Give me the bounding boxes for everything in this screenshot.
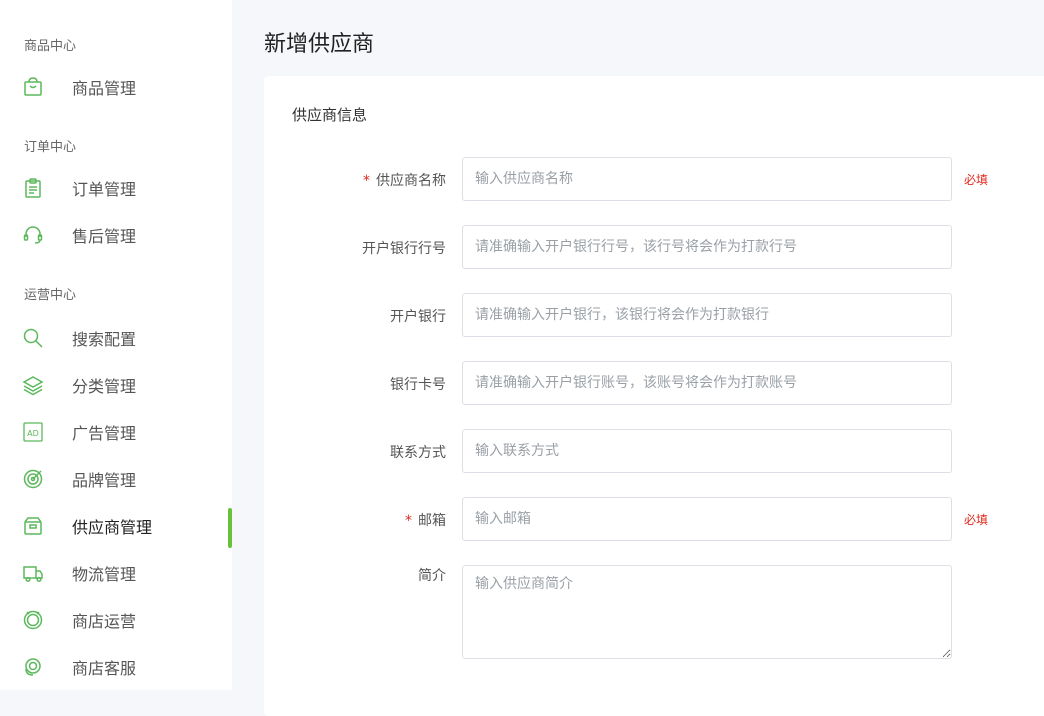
sidebar-item-store-operations[interactable]: 商店运营 (0, 600, 232, 640)
bank-account-input[interactable] (462, 361, 952, 405)
sidebar-item-label: 分类管理 (72, 377, 137, 396)
required-mark: * (405, 513, 412, 529)
required-mark: * (363, 173, 370, 189)
search-icon (22, 327, 44, 349)
sidebar-item-product-management[interactable]: 商品管理 (0, 67, 232, 107)
sidebar-item-logistics[interactable]: 物流管理 (0, 553, 232, 593)
email-label: * 邮箱 (405, 513, 446, 529)
clipboard-icon (22, 177, 44, 199)
sidebar-item-label: 售后管理 (72, 227, 137, 246)
group-title-order: 订单中心 (24, 140, 77, 155)
contact-label: 联系方式 (390, 445, 446, 461)
sidebar-item-label: 品牌管理 (72, 471, 137, 490)
store-ops-icon (22, 609, 44, 631)
intro-label: 简介 (418, 568, 446, 584)
bank-account-label: 银行卡号 (390, 377, 446, 393)
email-input[interactable] (462, 497, 952, 541)
svg-text:AD: AD (27, 429, 39, 438)
sidebar-item-label: 供应商管理 (72, 518, 153, 537)
sidebar: 商品中心 商品管理 订单中心 订单管理 售后管理 运营中心 搜索配置 分类管理 (0, 0, 232, 690)
target-icon (22, 468, 44, 490)
card-title: 供应商信息 (292, 106, 368, 124)
bank-name-input[interactable] (462, 293, 952, 337)
headset-icon (22, 224, 44, 246)
sidebar-item-category-management[interactable]: 分类管理 (0, 365, 232, 405)
sidebar-item-label: 商店客服 (72, 659, 137, 678)
group-title-product: 商品中心 (24, 39, 77, 54)
required-tip: 必填 (964, 513, 989, 527)
bank-name-label: 开户银行 (390, 309, 446, 325)
intro-textarea[interactable] (462, 565, 952, 659)
required-tip: 必填 (964, 173, 989, 187)
sidebar-item-ad-management[interactable]: AD 广告管理 (0, 412, 232, 452)
contact-input[interactable] (462, 429, 952, 473)
layers-icon (22, 374, 44, 396)
supplier-name-input[interactable] (462, 157, 952, 201)
bank-code-input[interactable] (462, 225, 952, 269)
sidebar-item-store-customer-service[interactable]: 商店客服 (0, 647, 232, 687)
sidebar-item-label: 商店运营 (72, 612, 137, 631)
bank-code-label: 开户银行行号 (362, 241, 446, 257)
box-icon (22, 515, 44, 537)
supplier-form-card: 供应商信息 *供应商名称 必填 开户银行行号 开户银行 银行卡号 联系方式 *邮… (264, 76, 1044, 716)
sidebar-item-label: 商品管理 (72, 79, 137, 98)
sidebar-item-search-config[interactable]: 搜索配置 (0, 318, 232, 358)
sidebar-item-label: 物流管理 (72, 565, 137, 584)
sidebar-item-after-sales[interactable]: 售后管理 (0, 215, 232, 255)
sidebar-item-label: 订单管理 (72, 180, 137, 199)
page-title: 新增供应商 (264, 32, 375, 57)
sidebar-item-supplier-management[interactable]: 供应商管理 (0, 506, 232, 548)
shopping-bag-icon (22, 76, 44, 98)
truck-icon (22, 562, 44, 584)
sidebar-item-brand-management[interactable]: 品牌管理 (0, 459, 232, 499)
group-title-operations: 运营中心 (24, 288, 77, 303)
ad-icon: AD (22, 421, 44, 443)
sidebar-item-order-management[interactable]: 订单管理 (0, 168, 232, 208)
supplier-name-label: * 供应商名称 (363, 173, 446, 189)
sidebar-item-label: 广告管理 (72, 424, 137, 443)
sidebar-item-label: 搜索配置 (72, 330, 137, 349)
customer-service-icon (22, 656, 44, 678)
